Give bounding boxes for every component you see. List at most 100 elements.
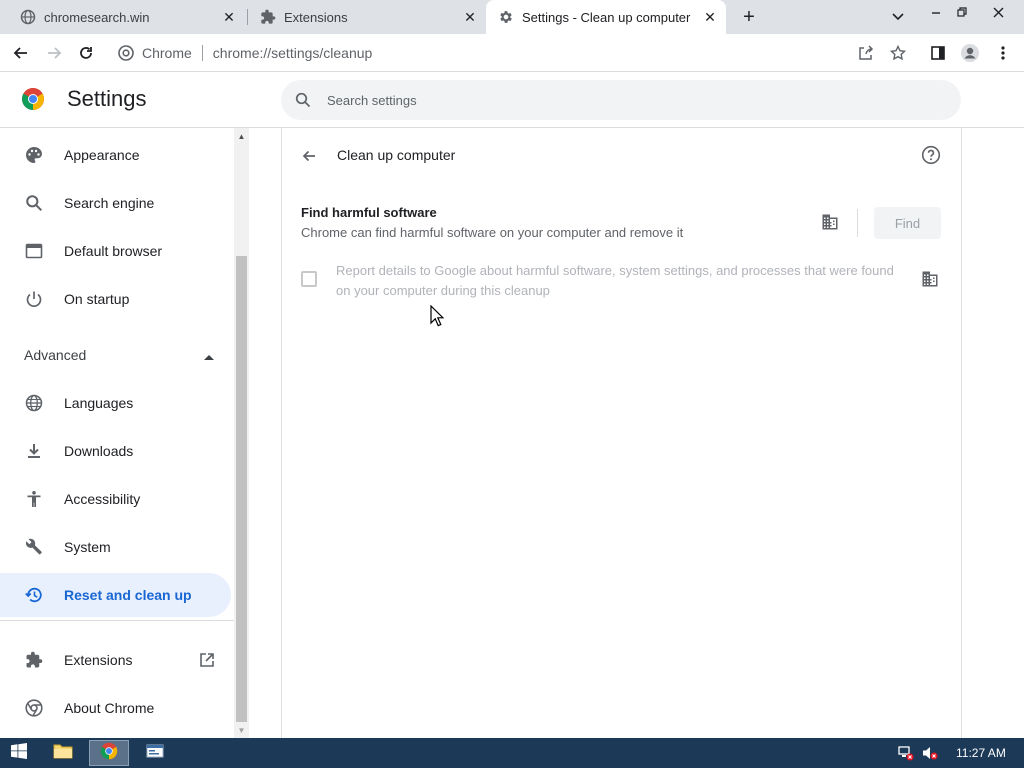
back-arrow-icon[interactable] (8, 40, 34, 66)
sidebar-item-label: Accessibility (64, 491, 141, 507)
taskbar-clock[interactable]: 11:27 AM (956, 746, 1006, 760)
find-harmful-software-title: Find harmful software (301, 205, 437, 220)
sidebar-advanced-label: Advanced (24, 347, 87, 363)
tab-settings[interactable]: Settings - Clean up computer ✕ (486, 0, 726, 34)
browser-toolbar: Chrome chrome://settings/cleanup (0, 34, 1024, 72)
taskbar-file-explorer[interactable] (44, 740, 82, 766)
taskbar-chrome[interactable] (89, 740, 129, 766)
sidebar-divider (0, 620, 234, 621)
sidebar-item-accessibility[interactable]: Accessibility (0, 477, 231, 521)
sidebar-item-label: Appearance (64, 147, 140, 163)
sidebar-item-appearance[interactable]: Appearance (0, 133, 231, 177)
puzzle-icon (24, 650, 44, 670)
sidebar-item-label: Extensions (64, 652, 133, 668)
enterprise-building-icon (921, 270, 939, 288)
power-icon (24, 289, 44, 309)
sidebar-item-system[interactable]: System (0, 525, 231, 569)
sidebar-item-label: On startup (64, 291, 130, 307)
settings-header: Settings Search settings (0, 72, 1024, 128)
download-icon (24, 441, 44, 461)
new-tab-button[interactable]: + (737, 5, 761, 29)
close-window-icon[interactable] (980, 0, 1016, 24)
profile-avatar-icon[interactable] (960, 43, 980, 63)
enterprise-building-icon (821, 213, 839, 231)
find-button[interactable]: Find (874, 207, 941, 239)
sidebar-item-on-startup[interactable]: On startup (0, 277, 231, 321)
tab-search-chevron-icon[interactable] (888, 7, 908, 27)
sidebar-item-languages[interactable]: Languages (0, 381, 231, 425)
sidebar-item-search-engine[interactable]: Search engine (0, 181, 231, 225)
settings-search-input[interactable]: Search settings (281, 80, 961, 120)
more-menu-icon[interactable] (993, 43, 1013, 63)
sidebar-item-label: About Chrome (64, 700, 155, 716)
globe-icon (20, 9, 36, 25)
gear-icon (498, 9, 514, 25)
omnibox-divider (201, 45, 203, 61)
help-icon[interactable] (920, 144, 942, 166)
tab-strip: chromesearch.win ✕ Extensions ✕ Settings… (0, 0, 1024, 34)
search-placeholder: Search settings (327, 92, 417, 108)
scroll-down-arrow-icon[interactable]: ▼ (234, 724, 249, 736)
tab-chromesearch[interactable]: chromesearch.win ✕ (0, 0, 245, 34)
page-title: Settings (67, 86, 147, 111)
tab-title: Settings - Clean up computer (522, 9, 691, 25)
reload-icon[interactable] (73, 40, 99, 66)
close-icon[interactable]: ✕ (462, 9, 478, 25)
sidebar-item-extensions[interactable]: Extensions (0, 638, 231, 682)
sidebar-advanced-toggle[interactable]: Advanced (24, 347, 214, 363)
restore-window-icon[interactable] (947, 0, 977, 24)
sidebar-item-label: System (64, 539, 111, 555)
close-icon[interactable]: ✕ (702, 9, 718, 25)
scroll-up-arrow-icon[interactable]: ▲ (234, 130, 249, 142)
report-details-label: Report details to Google about harmful s… (336, 263, 894, 298)
accessibility-icon (24, 489, 44, 509)
sidebar-scrollbar[interactable]: ▲ ▼ (234, 128, 249, 738)
back-arrow-icon[interactable] (298, 145, 320, 167)
network-error-icon[interactable] (898, 745, 914, 761)
restore-icon (24, 585, 44, 605)
chrome-logo-icon (21, 87, 45, 111)
close-icon[interactable]: ✕ (221, 9, 237, 25)
folder-icon (53, 743, 73, 764)
share-icon[interactable] (856, 43, 876, 63)
bookmark-star-icon[interactable] (888, 43, 908, 63)
sidebar-item-label: Search engine (64, 195, 155, 211)
chrome-logo-icon (100, 742, 118, 765)
side-panel-icon[interactable] (928, 43, 948, 63)
subpage-title: Clean up computer (337, 147, 456, 163)
mouse-pointer-icon (430, 304, 445, 327)
windows-taskbar: 11:27 AM (0, 738, 1024, 768)
address-bar[interactable]: Chrome chrome://settings/cleanup (110, 38, 1020, 68)
palette-icon (24, 145, 44, 165)
omnibox-chip-label: Chrome (142, 45, 192, 61)
search-icon (293, 90, 313, 110)
caret-up-icon (204, 347, 214, 363)
sidebar-item-default-browser[interactable]: Default browser (0, 229, 231, 273)
omnibox-url[interactable]: chrome://settings/cleanup (213, 45, 373, 61)
sidebar-item-label: Default browser (64, 243, 163, 259)
report-details-checkbox[interactable] (301, 271, 317, 287)
globe-icon (24, 393, 44, 413)
button-divider (857, 209, 858, 237)
scrollbar-thumb[interactable] (236, 256, 247, 722)
chrome-icon (24, 698, 44, 718)
sidebar-item-about-chrome[interactable]: About Chrome (0, 686, 231, 730)
sidebar-item-label: Reset and clean up (64, 587, 192, 603)
tab-title: chromesearch.win (44, 9, 150, 25)
sidebar-item-reset-and-clean-up[interactable]: Reset and clean up (0, 573, 231, 617)
windows-logo-icon (11, 742, 27, 764)
taskbar-app-window[interactable] (136, 740, 174, 766)
sidebar-item-downloads[interactable]: Downloads (0, 429, 231, 473)
forward-arrow-icon[interactable] (41, 40, 67, 66)
browser-window-icon (24, 241, 44, 261)
search-icon (24, 193, 44, 213)
window-app-icon (146, 744, 164, 763)
settings-sidebar: Appearance Search engine Default browser… (0, 128, 234, 738)
sidebar-item-label: Languages (64, 395, 134, 411)
tab-extensions[interactable]: Extensions ✕ (240, 0, 486, 34)
sidebar-item-label: Downloads (64, 443, 134, 459)
start-button[interactable] (0, 740, 38, 766)
chrome-site-icon (118, 45, 134, 61)
tab-title: Extensions (284, 9, 348, 25)
volume-muted-icon[interactable] (922, 745, 938, 761)
